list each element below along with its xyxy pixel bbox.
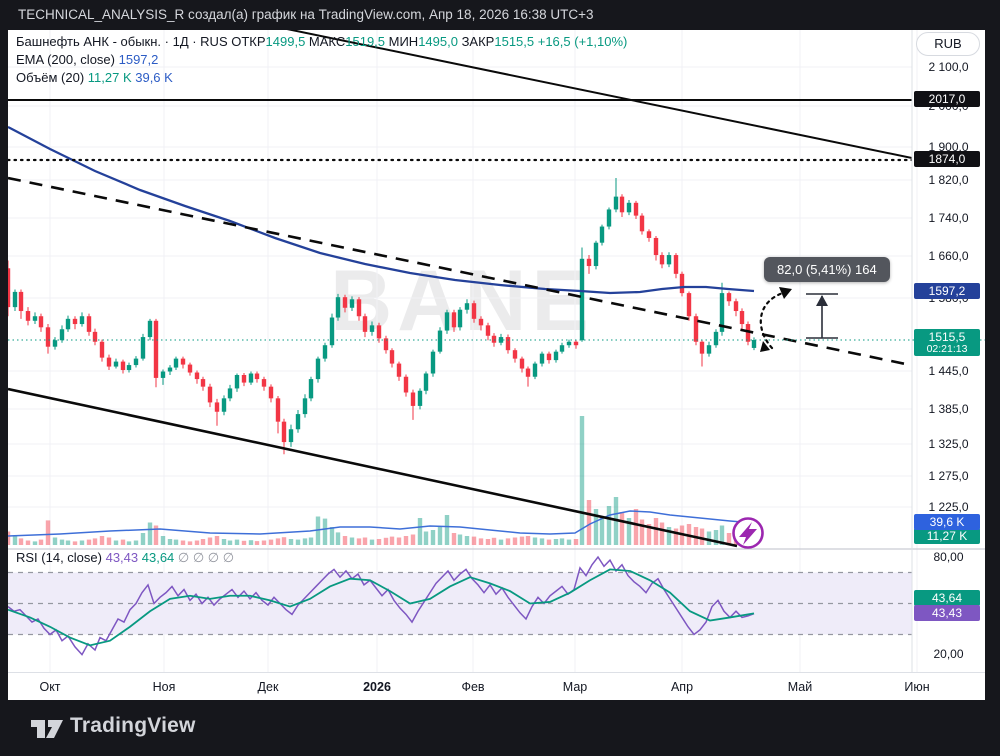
price-tick: 1 445,0 [928, 364, 969, 378]
symbol-watermark: BANE [330, 253, 594, 349]
volume-legend-part: 11,27 K [87, 70, 132, 85]
volume-legend-row[interactable]: Объём (20) 11,27 K 39,6 K [16, 69, 627, 87]
symbol-legend-row[interactable]: Башнефть АНК - обыкн. · 1Д · RUS ОТКР149… [16, 33, 627, 51]
time-tick-Фев: Фев [461, 680, 485, 694]
ema-legend-part: EMA (200, close) [16, 52, 119, 67]
price-range-tool[interactable] [806, 293, 838, 339]
price-chart-canvas[interactable]: BANE [8, 30, 985, 700]
brand-name[interactable]: TradingView [70, 714, 196, 738]
price-tick: 1 740,0 [928, 211, 969, 225]
symbol-legend-part: 1515,5 [494, 34, 535, 49]
time-tick-Окт: Окт [39, 680, 61, 694]
tradingview-logo-icon[interactable] [30, 715, 64, 743]
svg-text:BANE: BANE [330, 253, 594, 349]
symbol-legend-part: +16,5 (+1,10%) [534, 34, 628, 49]
price-tick: 20,00 [933, 647, 964, 661]
level-2017-label: 2017,0 [914, 90, 980, 107]
price-tick: 1 325,0 [928, 437, 969, 451]
level-1874-label: 1874,0 [914, 150, 980, 167]
last-price-label: 1515,5 02:21:13 [914, 329, 980, 356]
price-tick: 80,00 [933, 550, 964, 564]
footer-bar: TradingView [0, 700, 1000, 756]
price-tick: 2 100,0 [928, 60, 969, 74]
volume-legend-part: Объём (20) [16, 70, 88, 85]
rsi-legend-part: ∅ ∅ ∅ ∅ [174, 550, 235, 565]
rsi-legend-part: 43,43 [105, 550, 139, 565]
time-tick-Май: Май [787, 680, 813, 694]
rsi-ma-label: 43,64 [914, 589, 980, 606]
time-tick-2026: 2026 [363, 680, 391, 694]
support-trendline [8, 387, 738, 548]
time-tick-Июн: Июн [904, 680, 930, 694]
attribution-text: TECHNICAL_ANALYSIS_R создал(а) график на… [18, 7, 594, 22]
price-tick: 1 225,0 [928, 500, 969, 514]
volume-value-label: 11,27 K [914, 527, 980, 544]
volume-legend-part: 39,6 K [131, 70, 173, 85]
ema-legend-part: 1597,2 [118, 52, 159, 67]
ema-value-label: 1597,2 [914, 282, 980, 299]
snapshot-frame: TECHNICAL_ANALYSIS_R создал(а) график на… [0, 0, 1000, 756]
price-tick: 1 385,0 [928, 402, 969, 416]
symbol-legend-part: ЗАКР [457, 34, 495, 49]
volume-ma-label: 39,6 K [914, 513, 980, 530]
symbol-legend-part: 1495,0 [418, 34, 458, 49]
flash-event-icon[interactable] [732, 517, 764, 549]
measure-tooltip: 82,0 (5,41%) 164 [764, 257, 890, 282]
price-tick: 1 660,0 [928, 249, 969, 263]
price-tick: 1 820,0 [928, 173, 969, 187]
rsi-legend-row[interactable]: RSI (14, close) 43,43 43,64 ∅ ∅ ∅ ∅ [16, 550, 234, 566]
time-tick-Дек: Дек [257, 680, 279, 694]
legend-block: Башнефть АНК - обыкн. · 1Д · RUS ОТКР149… [16, 33, 627, 87]
measure-tooltip-text: 82,0 (5,41%) 164 [777, 262, 877, 277]
price-tick: 1 275,0 [928, 469, 969, 483]
time-axis[interactable]: Окт Ноя Дек 2026 Фев Мар Апр Май Июн [8, 672, 985, 700]
price-axis[interactable]: 2 100,02 000,01 900,01 820,01 740,01 660… [912, 30, 985, 672]
ema-legend-row[interactable]: EMA (200, close) 1597,2 [16, 51, 627, 69]
rsi-legend-part: 43,64 [138, 550, 175, 565]
symbol-legend-part: 1499,5 [265, 34, 306, 49]
symbol-legend-part: МИН [385, 34, 419, 49]
time-tick-Ноя: Ноя [152, 680, 176, 694]
time-tick-Мар: Мар [562, 680, 588, 694]
rsi-value-label: 43,43 [914, 604, 980, 621]
symbol-legend-part: Башнефть АНК - обыкн. · 1Д · RUS [16, 34, 228, 49]
attribution-header: TECHNICAL_ANALYSIS_R создал(а) график на… [18, 7, 988, 27]
time-tick-Апр: Апр [670, 680, 694, 694]
symbol-legend-part: ОТКР [227, 34, 266, 49]
symbol-legend-part: 1519,5 [345, 34, 386, 49]
dotted-curved-arrow[interactable] [759, 287, 792, 352]
rsi-legend-part: RSI (14, close) [16, 550, 106, 565]
symbol-legend-part: МАКС [305, 34, 346, 49]
